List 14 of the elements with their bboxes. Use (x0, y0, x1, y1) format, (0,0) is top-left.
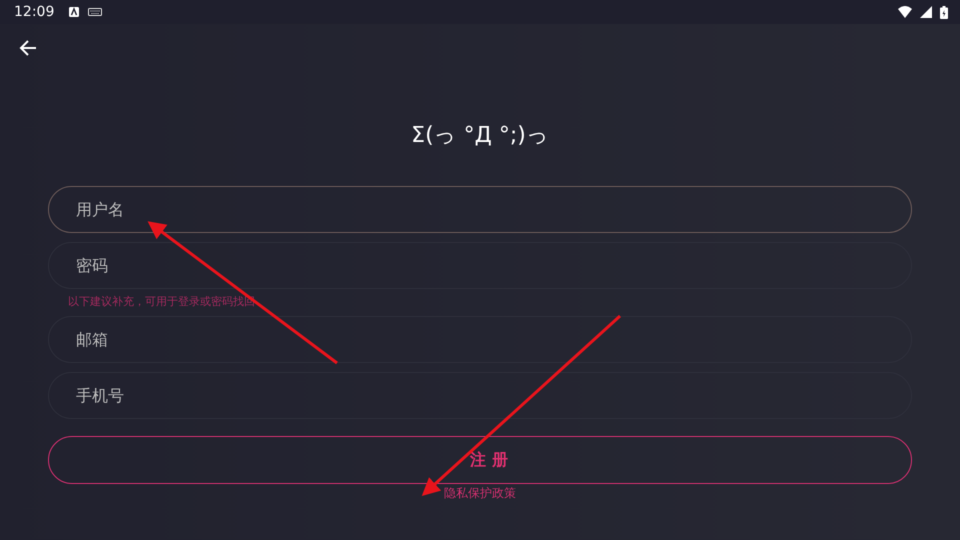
input-field[interactable]: 用户名 (48, 186, 912, 233)
page-title: Σ(っ °Д °;)っ (410, 122, 550, 150)
signal-icon (920, 6, 932, 18)
register-button[interactable]: 注 册 (48, 436, 912, 484)
keyboard-app-icon (68, 6, 80, 18)
battery-icon (940, 6, 948, 18)
input-field[interactable]: 邮箱 (48, 316, 912, 363)
input-field[interactable]: 手机号 (48, 372, 912, 419)
status-time: 12:09 (14, 4, 54, 20)
privacy-policy-link[interactable]: 隐私保护政策 (444, 485, 516, 502)
keyboard-icon (88, 7, 102, 17)
wifi-icon (898, 6, 912, 18)
back-arrow-icon[interactable] (18, 38, 38, 58)
input-field[interactable]: 密码 (48, 242, 912, 289)
